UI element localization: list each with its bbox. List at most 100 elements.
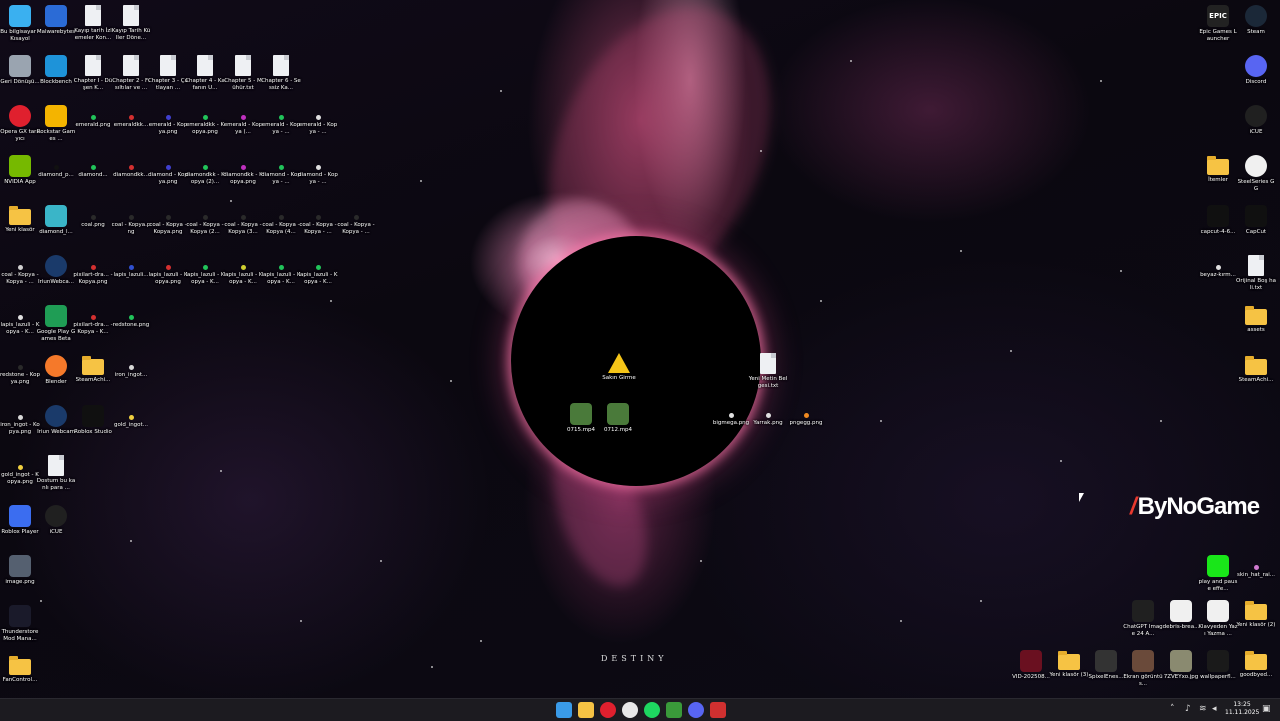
speaker-icon[interactable]: ◂ xyxy=(1212,704,1217,714)
desktop-icon[interactable]: coal - Kopya - Kopya - ... xyxy=(336,205,376,236)
desktop-icon[interactable]: wallpaperfl... xyxy=(1198,650,1238,681)
desktop-icon[interactable]: CapCut xyxy=(1236,205,1276,236)
desktop-icon[interactable]: SpixelEnes... xyxy=(1086,650,1126,681)
desktop-icon[interactable]: diamond_p... xyxy=(36,155,76,179)
desktop-icon[interactable]: Yeni klasör (3) xyxy=(1049,650,1089,679)
desktop-icon[interactable]: SteamAchi... xyxy=(1236,355,1276,384)
desktop-icon[interactable]: Bu bilgisayar - Kısayol xyxy=(0,5,40,43)
desktop-icon[interactable]: gold_ingot - Kopya.png xyxy=(0,455,40,486)
desktop-icon[interactable]: diamondkk - Kopya.png xyxy=(223,155,263,186)
desktop-icon[interactable]: Ekran görüntüs... xyxy=(1123,650,1163,688)
desktop-icon[interactable]: skin_hat_rai... xyxy=(1236,555,1276,579)
desktop-icon[interactable]: bigmega.png xyxy=(711,403,751,427)
desktop-icon[interactable]: diamond_l... xyxy=(36,205,76,236)
desktop-icon[interactable]: diamond - Kopya - ... xyxy=(261,155,301,186)
desktop-icon[interactable]: lapis_lazuli - Kopya - K... xyxy=(223,255,263,286)
desktop-icon[interactable]: Malwarebytes xyxy=(36,5,76,36)
desktop-icon[interactable]: Blockbench xyxy=(36,55,76,86)
desktop-icon[interactable]: 7ZVEYxo.jpg xyxy=(1161,650,1201,681)
desktop-icon[interactable]: Orijinal Boş hali.txt xyxy=(1236,255,1276,292)
desktop-icon[interactable]: SteelSeries GG xyxy=(1236,155,1276,193)
desktop-icon[interactable]: IriunWebca... xyxy=(36,255,76,286)
desktop-icon[interactable]: debris-brea... xyxy=(1161,600,1201,631)
desktop-icon[interactable]: Chapter 2 - Fısıltılar ve ... xyxy=(111,55,151,92)
desktop-icon[interactable]: assets xyxy=(1236,305,1276,334)
desktop-icon[interactable]: Chapter 3 - Çatlayan ... xyxy=(148,55,188,92)
desktop-icon[interactable]: Rockstar Games ... xyxy=(36,105,76,143)
desktop-icon[interactable]: diamondkk - Kopya (2)... xyxy=(185,155,225,186)
desktop-icon[interactable]: SteamAchi... xyxy=(73,355,113,384)
desktop-icon[interactable]: emerald - Kopya - ... xyxy=(261,105,301,136)
desktop-icon[interactable]: VID-202508... xyxy=(1011,650,1051,681)
minecraft-icon[interactable] xyxy=(666,702,682,718)
desktop-icon[interactable]: diamond - Kopya.png xyxy=(148,155,188,186)
desktop-icon[interactable]: coal - Kopya - Kopya (3... xyxy=(223,205,263,236)
desktop-icon[interactable]: Opera GX tarayıcı xyxy=(0,105,40,143)
desktop-icon[interactable]: 0712.mp4 xyxy=(598,403,638,434)
desktop-icon[interactable]: Steam xyxy=(1236,5,1276,36)
desktop-icon[interactable]: 0715.mp4 xyxy=(561,403,601,434)
desktop-icon[interactable]: Roblox Studio xyxy=(73,405,113,436)
desktop-icon[interactable]: Discord xyxy=(1236,55,1276,86)
desktop-icon[interactable]: Chapter I - Düşen K... xyxy=(73,55,113,92)
desktop-icon[interactable]: diamondkk... xyxy=(111,155,151,179)
desktop-icon[interactable]: emerald.png xyxy=(73,105,113,129)
desktop-icon[interactable]: lapis_lazuli - Kopya - K... xyxy=(298,255,338,286)
desktop-icon[interactable]: ChatGPT Image 24 A... xyxy=(1123,600,1163,638)
desktop-icon[interactable]: iron_ingot - Kopya.png xyxy=(0,405,40,436)
desktop-icon[interactable]: pngegg.png xyxy=(786,403,826,427)
desktop-icon[interactable]: EPIC Epic Games Launcher xyxy=(1198,5,1238,43)
windows-icon[interactable] xyxy=(556,702,572,718)
desktop-icon[interactable]: emerald - Kopya - ... xyxy=(298,105,338,136)
notification-icon[interactable]: ▣ xyxy=(1262,704,1271,714)
desktop-icon[interactable]: coal - Kopya - Kopya (4... xyxy=(261,205,301,236)
desktop-icon[interactable]: emerald - Kopya.png xyxy=(148,105,188,136)
desktop-icon[interactable]: Yeni Metin Belgesi.txt xyxy=(748,353,788,390)
folder-icon[interactable] xyxy=(578,702,594,718)
desktop-icon[interactable]: Klavyeden Yazı Yazma ... xyxy=(1198,600,1238,638)
desktop-icon[interactable]: lapis_lazuli - Kopya - K... xyxy=(261,255,301,286)
desktop-icon[interactable]: Iriun Webcam xyxy=(36,405,76,436)
desktop-icon[interactable]: Google Play Games Beta xyxy=(36,305,76,343)
chrome-icon[interactable] xyxy=(622,702,638,718)
desktop-icon[interactable]: play and pause effe... xyxy=(1198,555,1238,593)
desktop-icon[interactable]: beyaz-kırm... xyxy=(1198,255,1238,279)
desktop-icon[interactable]: image.png xyxy=(0,555,40,586)
desktop-icon[interactable]: coal - Kopya - Kopya.png xyxy=(148,205,188,236)
desktop-icon[interactable]: coal - Kopya - Kopya - ... xyxy=(0,255,40,286)
desktop-icon[interactable]: redstone - Kopya.png xyxy=(0,355,40,386)
desktop-icon[interactable]: lapis_lazuli - Kopya - K... xyxy=(185,255,225,286)
wifi-icon[interactable]: ≋ xyxy=(1199,704,1207,714)
desktop-icon[interactable]: lapis_lazuli - Kopya.png xyxy=(148,255,188,286)
desktop-icon[interactable]: Chapter 5 - Mühür.txt xyxy=(223,55,263,92)
app-icon[interactable] xyxy=(710,702,726,718)
desktop-icon[interactable]: pixilart-dra... - Kopya.png xyxy=(73,255,113,286)
desktop-icon[interactable]: emerald - Kopya (... xyxy=(223,105,263,136)
desktop-icon[interactable]: Dostum bu kanlı para ... xyxy=(36,455,76,492)
desktop-icon[interactable]: NVIDIA App xyxy=(0,155,40,186)
desktop-icon[interactable]: goodbyed... xyxy=(1236,650,1276,679)
desktop-icon[interactable]: Yeni klasör xyxy=(0,205,40,234)
desktop-icon[interactable]: Yeni klasör (2) xyxy=(1236,600,1276,629)
desktop-icon[interactable]: emeraldkk... xyxy=(111,105,151,129)
desktop-icon[interactable]: diamond - Kopya - ... xyxy=(298,155,338,186)
desktop-icon[interactable]: coal - Kopya - Kopya (2... xyxy=(185,205,225,236)
desktop-icon[interactable]: Chapter 4 - Kafanın U... xyxy=(185,55,225,92)
microphone-icon[interactable]: ♪ xyxy=(1185,704,1191,714)
desktop-icon[interactable]: emeraldkk - Kopya.png xyxy=(185,105,225,136)
desktop-icon[interactable]: Kayıp tarih İzlemeler Kon... xyxy=(73,5,113,42)
desktop-icon[interactable]: capcut-4-6... xyxy=(1198,205,1238,236)
chevron-up-icon[interactable]: ˄ xyxy=(1170,704,1175,714)
desktop-icon[interactable]: redstone.png xyxy=(111,305,151,329)
opera-gx-icon[interactable] xyxy=(600,702,616,718)
discord-icon[interactable] xyxy=(688,702,704,718)
desktop-icon[interactable]: FanControl... xyxy=(0,655,40,684)
desktop-icon[interactable]: Thunderstore Mod Mana... xyxy=(0,605,40,643)
spotify-icon[interactable] xyxy=(644,702,660,718)
desktop-icon[interactable]: Yarrak.png xyxy=(748,403,788,427)
desktop-icon[interactable]: Chapter 6 - Sessiz Ka... xyxy=(261,55,301,92)
desktop-icon[interactable]: gold_ingot... xyxy=(111,405,151,429)
desktop-icon[interactable]: Sakın Girme xyxy=(599,353,639,382)
desktop-icon[interactable]: Roblox Player xyxy=(0,505,40,536)
desktop-icon[interactable]: coal - Kopya.png xyxy=(111,205,151,236)
